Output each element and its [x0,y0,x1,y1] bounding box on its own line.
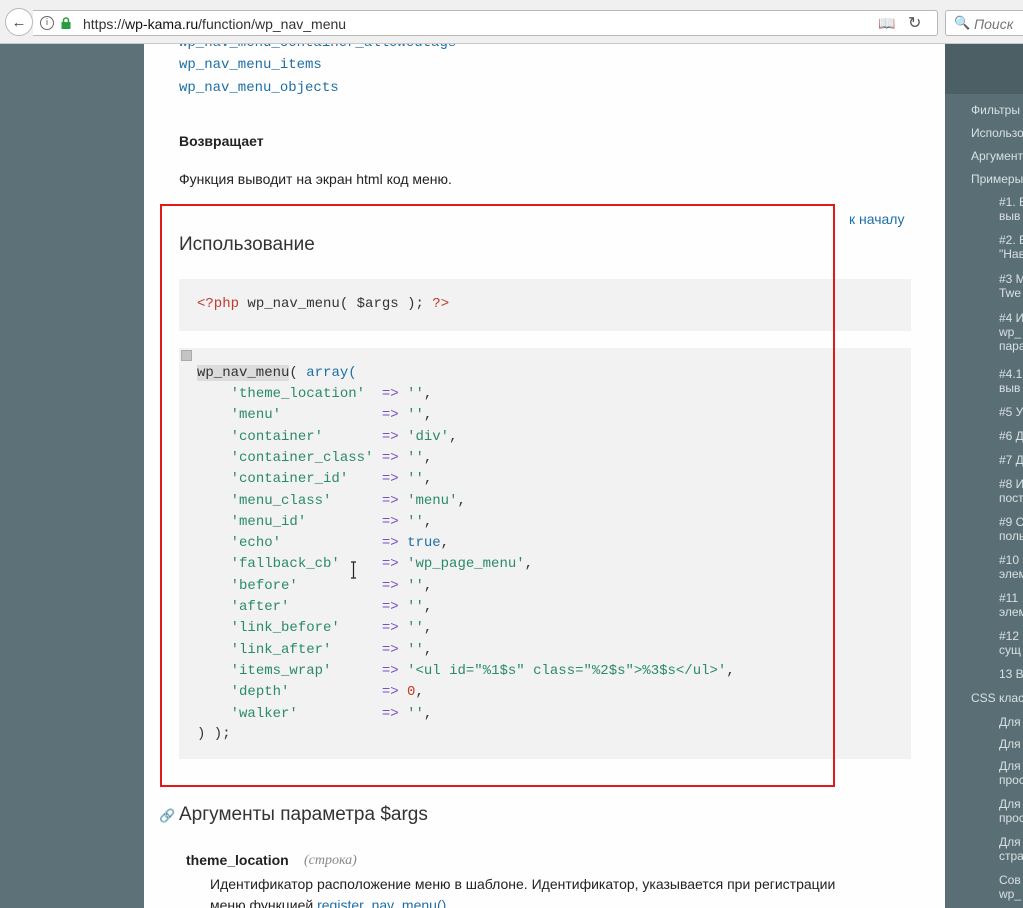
hook-link[interactable]: wp_nav_menu_container_allowedtags [179,44,456,51]
reload-icon[interactable]: ↻ [908,13,921,33]
sidebar-item[interactable]: сущ [999,643,1021,657]
lock-icon [61,17,71,29]
sidebar-item[interactable]: Примеры [971,172,1023,186]
sidebar-item[interactable]: #8 И [999,477,1023,491]
sidebar-item[interactable]: Использование [971,126,1023,140]
param-desc-suffix: . [446,897,451,908]
to-top-link[interactable]: к началу [849,211,904,227]
highlight-rectangle [160,204,835,787]
url-domain: wp-kama.ru [125,16,199,32]
sidebar-header [945,44,1023,94]
sidebar-item[interactable]: элем [999,605,1023,619]
search-placeholder: Поиск [974,16,1014,32]
param-description-cont: меню функцией register_nav_menu(). [210,897,450,908]
sidebar-item[interactable]: #12 [999,629,1019,643]
sidebar-item[interactable]: выв [999,209,1020,223]
sidebar-item[interactable]: #9 С [999,515,1023,529]
hook-link[interactable]: wp_nav_menu_objects [179,80,339,96]
back-button[interactable]: ← [5,8,33,36]
sidebar-item[interactable]: элем [999,567,1023,581]
param-name: theme_location [186,852,289,868]
sidebar-item[interactable]: Для [999,715,1021,729]
param-desc-text: меню функцией [210,897,318,908]
hook-link[interactable]: wp_nav_menu_items [179,57,322,73]
sidebar-item[interactable]: Сов [999,873,1021,887]
sidebar-item[interactable]: пост [999,491,1023,505]
param-description: Идентификатор расположение меню в шаблон… [210,876,836,892]
sidebar-item[interactable]: Фильтры [971,103,1020,117]
sidebar-item[interactable]: прос [999,773,1023,787]
sidebar-item[interactable]: #2. Выводим [999,233,1023,247]
sidebar-item[interactable]: поль [999,529,1023,543]
sidebar-item[interactable]: #11 [999,591,1018,605]
sidebar-item[interactable]: #1. Выводим меню [999,195,1023,209]
returns-heading: Возвращает [179,133,264,149]
anchor-link-icon[interactable]: 🔗 [159,808,175,824]
register-nav-menu-link[interactable]: register_nav_menu() [317,897,446,908]
sidebar-item[interactable]: 13 В [999,667,1023,681]
sidebar-item[interactable]: #3 М [999,272,1023,286]
sidebar-item[interactable]: wp_ [999,887,1021,901]
sidebar-item[interactable]: прос [999,811,1023,825]
sidebar-item[interactable]: Для [999,759,1021,773]
search-input[interactable]: 🔍 Поиск [945,10,1023,36]
sidebar-item[interactable]: wp_ [999,325,1021,339]
sidebar-item[interactable]: #5 У [999,405,1023,419]
sidebar-item[interactable]: стра [999,849,1023,863]
sidebar-item[interactable]: "Нав [999,247,1023,261]
address-bar[interactable]: i https://wp-kama.ru/function/wp_nav_men… [33,10,938,36]
info-icon[interactable]: i [40,16,54,30]
url-path: /function/wp_nav_menu [198,16,347,32]
sidebar-item[interactable]: #4.1 [999,367,1022,381]
sidebar-item[interactable]: #7 Д [999,453,1023,467]
param-type: (строка) [304,853,357,868]
search-icon: 🔍 [954,15,971,30]
sidebar-item[interactable]: Для [999,797,1021,811]
sidebar-item[interactable]: Twe [999,286,1021,300]
browser-toolbar: ← i https://wp-kama.ru/function/wp_nav_m… [0,0,1023,44]
reader-view-icon[interactable]: 📖 [878,15,895,32]
arrow-left-icon: ← [11,13,27,31]
sidebar-item[interactable]: #10 [999,553,1019,567]
url-text[interactable]: https://wp-kama.ru/function/wp_nav_menu [83,16,346,32]
args-heading: Аргументы параметра $args [179,804,428,825]
sidebar-item[interactable]: выв [999,381,1020,395]
sidebar-item[interactable]: Для [999,835,1021,849]
url-protocol: https:// [83,16,126,32]
sidebar-item[interactable]: Для [999,737,1021,751]
returns-text: Функция выводит на экран html код меню. [179,171,452,187]
sidebar-item[interactable]: #4 И [999,311,1023,325]
sidebar-item[interactable]: пара [999,339,1023,353]
sidebar-item[interactable]: CSS клас [971,691,1023,705]
sidebar-item[interactable]: Аргументы [971,149,1023,163]
table-of-contents-sidebar: Фильтры Использование Аргументы Примеры #1. … [945,44,1023,908]
sidebar-item[interactable]: #6 Д [999,429,1023,443]
